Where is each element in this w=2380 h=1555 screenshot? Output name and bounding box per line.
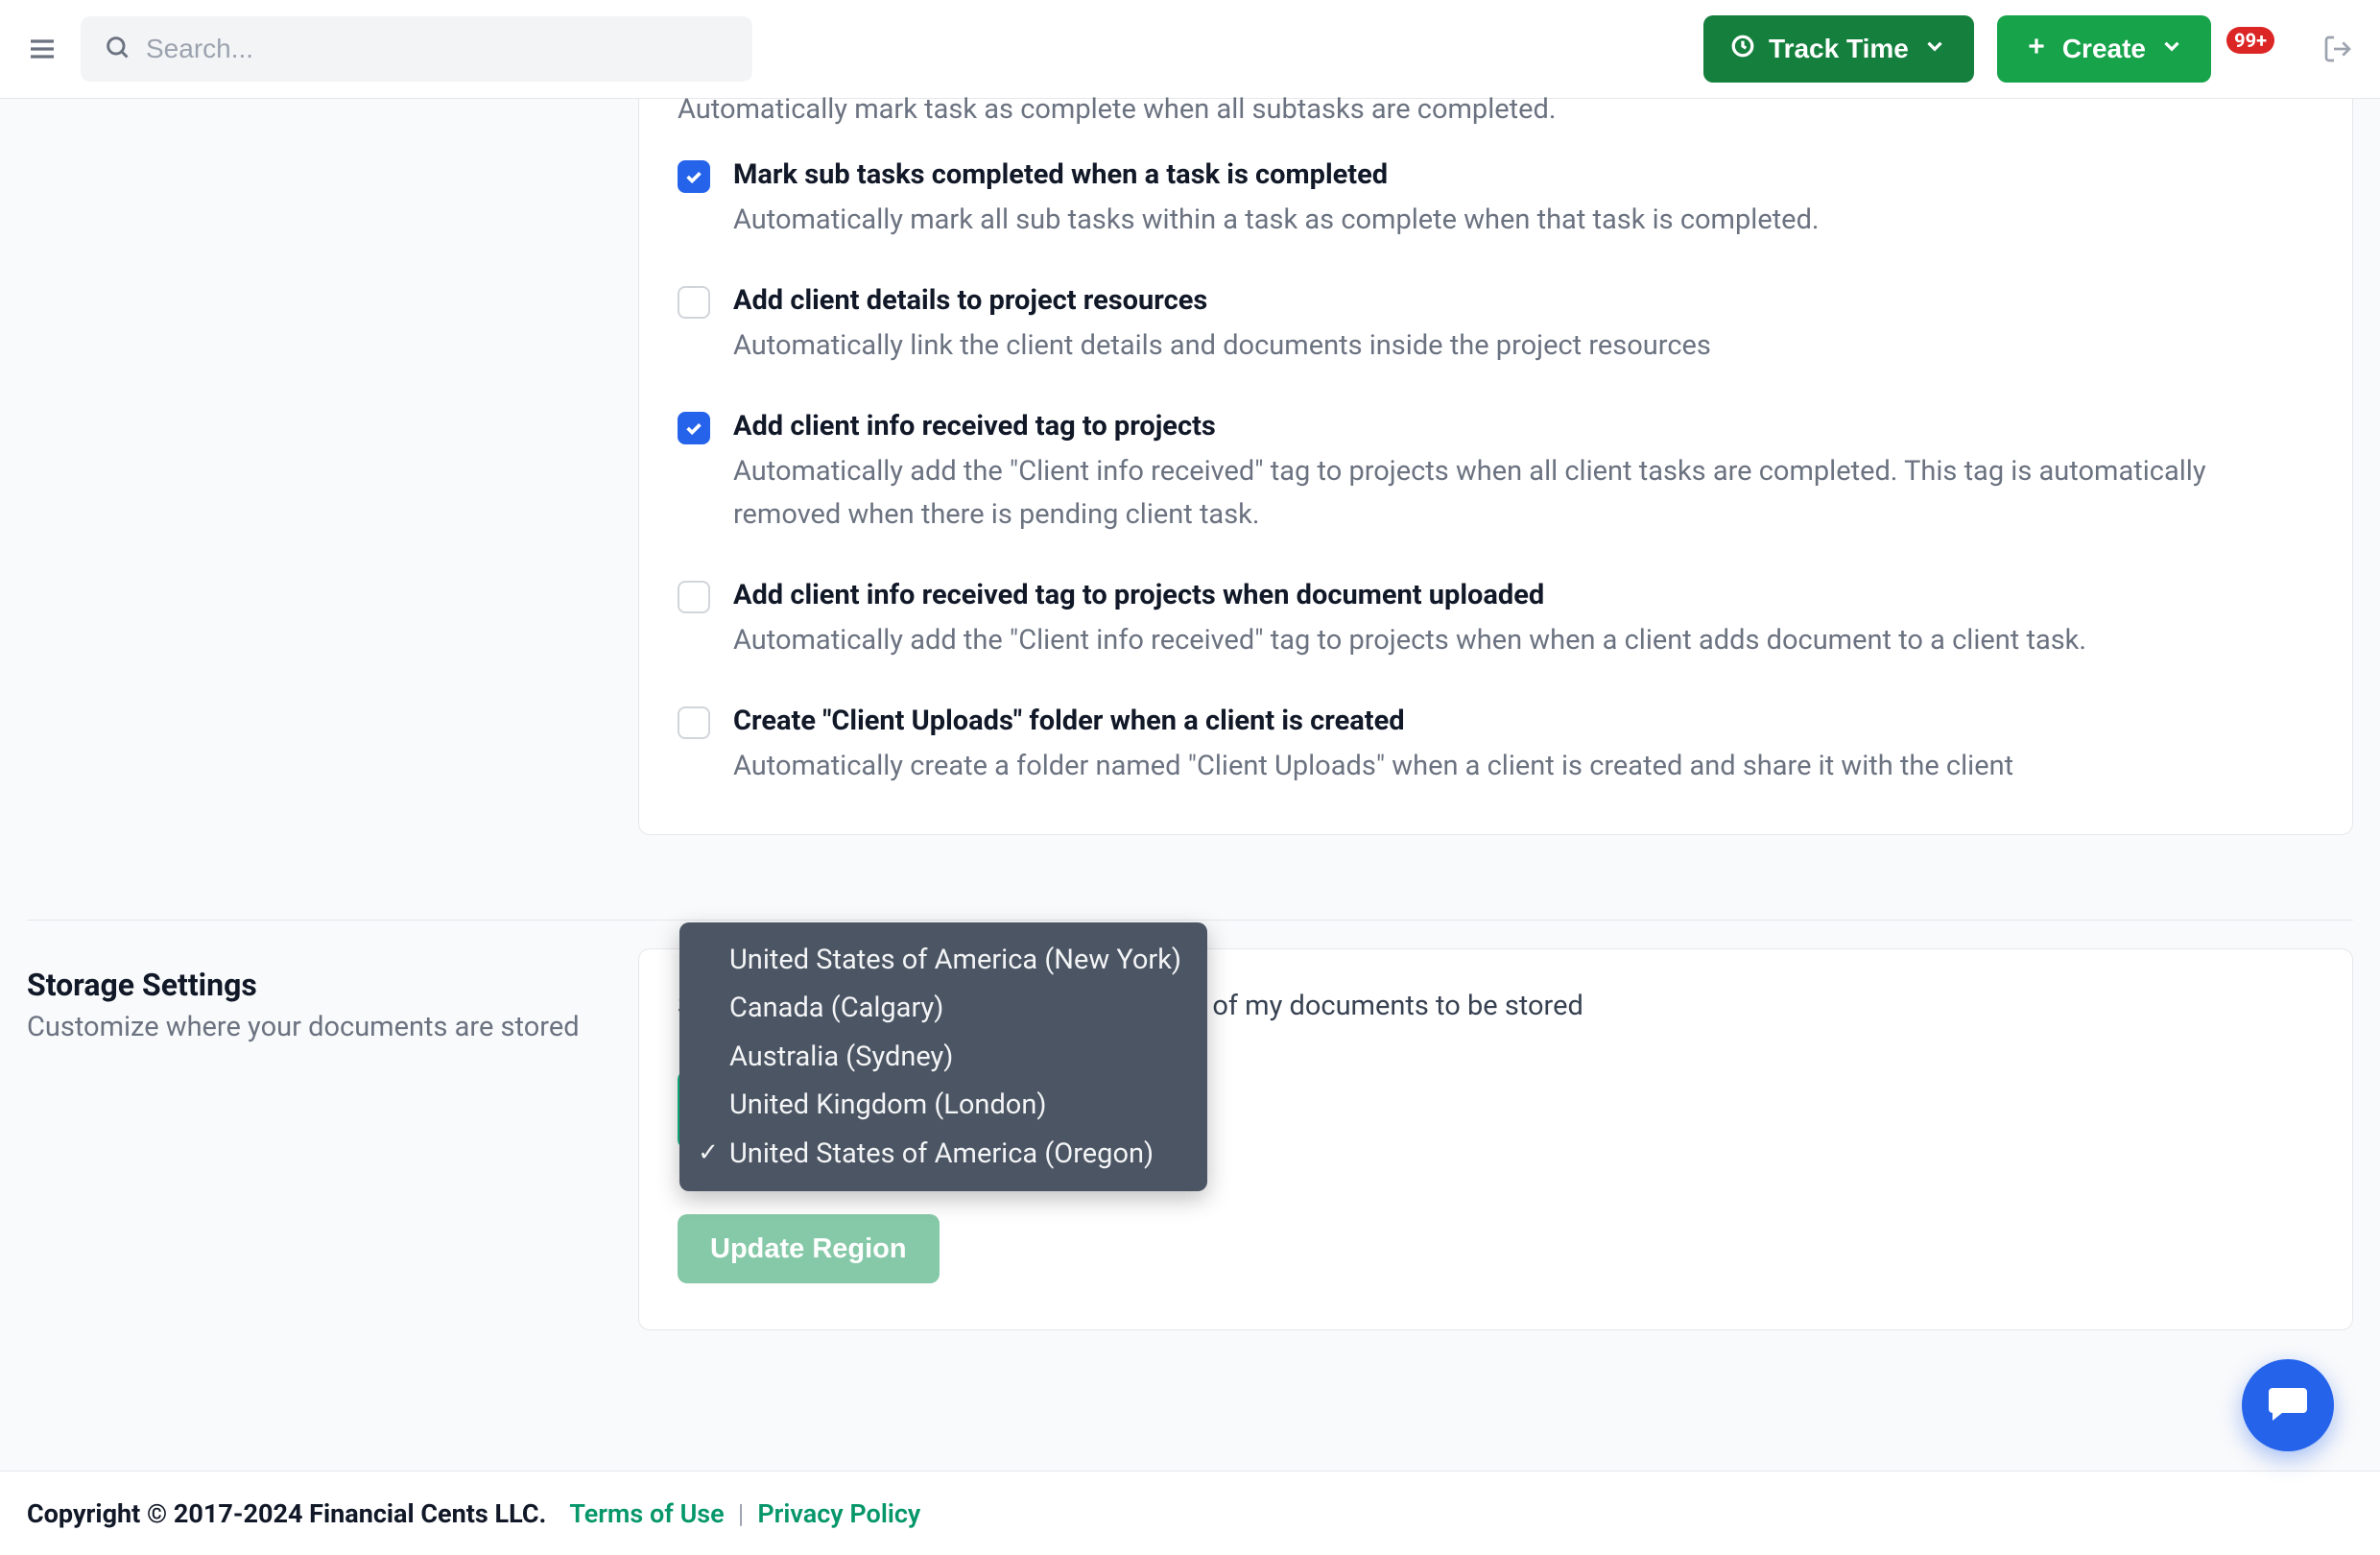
storage-row-absolute: Select the location where you would like… (27, 948, 2353, 1330)
section-divider (27, 920, 2353, 921)
region-option-label: Canada (Calgary) (729, 986, 943, 1030)
setting-title: Mark sub tasks completed when a task is … (733, 158, 1820, 191)
setting-checkbox[interactable] (678, 581, 710, 613)
region-option[interactable]: Canada (Calgary) (697, 984, 1182, 1032)
footer: Copyright © 2017-2024 Financial Cents LL… (0, 1471, 2380, 1555)
search-icon (104, 34, 131, 64)
region-dropdown[interactable]: United States of America (New York)Canad… (679, 922, 1207, 1191)
region-option[interactable]: ✓United States of America (Oregon) (697, 1130, 1182, 1178)
setting-desc: Automatically mark all sub tasks within … (733, 199, 1820, 242)
terms-link[interactable]: Terms of Use (569, 1498, 724, 1529)
search-input[interactable] (146, 34, 729, 64)
plus-icon (2024, 34, 2049, 65)
setting-desc: Automatically add the "Client info recei… (733, 619, 2086, 662)
track-time-label: Track Time (1769, 34, 1909, 64)
app-header: Track Time Create 99+ (0, 0, 2380, 99)
cutoff-setting-desc: Automatically mark task as complete when… (678, 93, 2314, 126)
chat-icon (2265, 1380, 2311, 1430)
automation-settings-card: Automatically mark task as complete when… (638, 99, 2353, 835)
privacy-link[interactable]: Privacy Policy (757, 1498, 920, 1529)
chat-fab[interactable] (2242, 1359, 2334, 1451)
automation-settings-list: Mark sub tasks completed when a task is … (678, 158, 2314, 788)
setting-row: Add client info received tag to projects… (678, 579, 2314, 662)
setting-row: Create "Client Uploads" folder when a cl… (678, 705, 2314, 788)
setting-row: Mark sub tasks completed when a task is … (678, 158, 2314, 242)
setting-checkbox[interactable] (678, 706, 710, 739)
footer-separator: | (738, 1498, 745, 1529)
logout-icon[interactable] (2322, 34, 2353, 64)
setting-desc: Automatically create a folder named "Cli… (733, 745, 2013, 788)
menu-icon[interactable] (27, 34, 58, 64)
notification-badge: 99+ (2226, 27, 2274, 54)
setting-checkbox[interactable] (678, 160, 710, 193)
setting-desc: Automatically link the client details an… (733, 324, 1711, 368)
setting-checkbox[interactable] (678, 412, 710, 444)
clock-icon (1730, 34, 1755, 65)
region-option-label: Australia (Sydney) (729, 1035, 953, 1079)
check-icon: ✓ (697, 1134, 720, 1174)
region-option[interactable]: United States of America (New York) (697, 936, 1182, 984)
setting-title: Add client info received tag to projects (733, 410, 2314, 443)
setting-row: Add client details to project resources A… (678, 284, 2314, 368)
update-region-button[interactable]: Update Region (678, 1214, 940, 1283)
setting-row: Add client info received tag to projects… (678, 410, 2314, 537)
create-label: Create (2062, 34, 2146, 64)
setting-title: Create "Client Uploads" folder when a cl… (733, 705, 2013, 737)
setting-checkbox[interactable] (678, 286, 710, 319)
copyright-text: Copyright © 2017-2024 Financial Cents LL… (27, 1498, 546, 1529)
create-button[interactable]: Create (1997, 15, 2211, 83)
region-option-label: United Kingdom (London) (729, 1083, 1046, 1127)
storage-card: Select the location where you would like… (638, 948, 2353, 1330)
chevron-down-icon (1922, 34, 1947, 65)
chevron-down-icon (2159, 34, 2184, 65)
setting-title: Add client details to project resources (733, 284, 1711, 317)
track-time-button[interactable]: Track Time (1703, 15, 1974, 83)
search-box[interactable] (81, 16, 752, 82)
region-option[interactable]: Australia (Sydney) (697, 1033, 1182, 1081)
setting-desc: Automatically add the "Client info recei… (733, 450, 2314, 537)
region-option[interactable]: United Kingdom (London) (697, 1081, 1182, 1129)
region-option-label: United States of America (New York) (729, 938, 1181, 982)
region-option-label: United States of America (Oregon) (729, 1132, 1154, 1176)
setting-title: Add client info received tag to projects… (733, 579, 2086, 611)
